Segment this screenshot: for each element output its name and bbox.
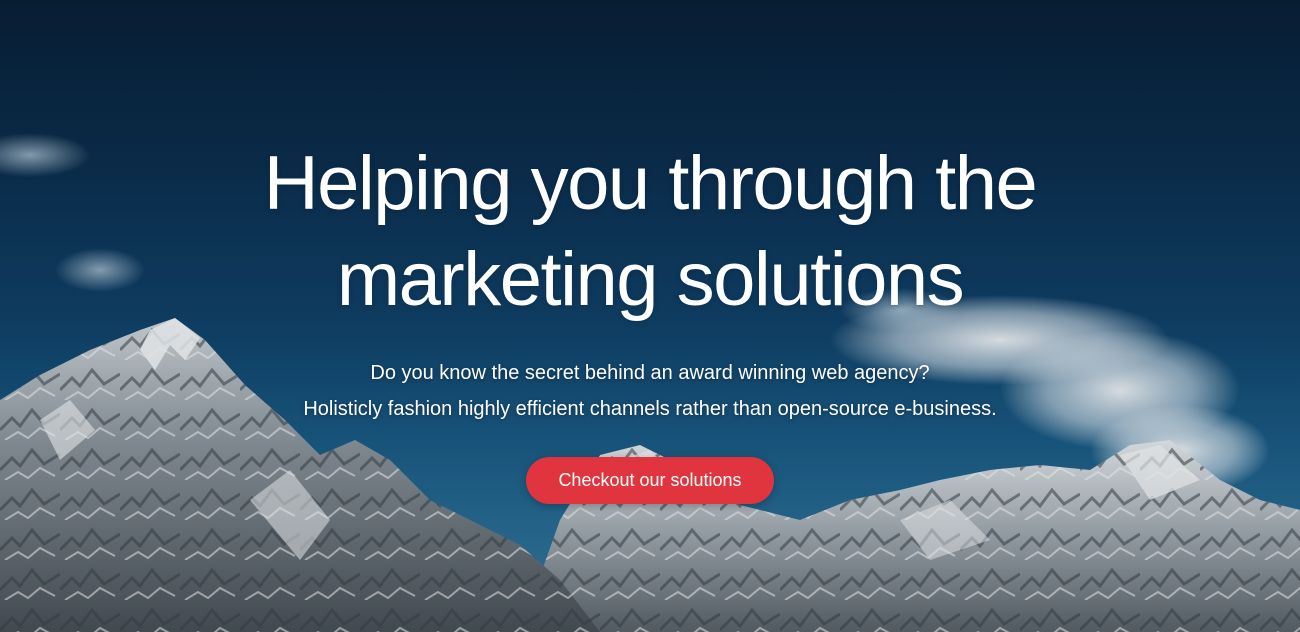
checkout-solutions-button[interactable]: Checkout our solutions: [526, 457, 774, 504]
hero-subtext-line-1: Do you know the secret behind an award w…: [370, 362, 930, 384]
hero-subtext-line-2: Holisticly fashion highly efficient chan…: [303, 398, 997, 420]
hero-headline-line-2: marketing solutions: [336, 237, 965, 322]
hero-section: Helping you through the marketing soluti…: [0, 0, 1300, 632]
hero-headline-line-1: Helping you through the: [263, 141, 1038, 226]
hero-subtext: Do you know the secret behind an award w…: [150, 355, 1150, 427]
hero-headline: Helping you through the marketing soluti…: [150, 136, 1150, 328]
hero-content: Helping you through the marketing soluti…: [0, 0, 1300, 632]
